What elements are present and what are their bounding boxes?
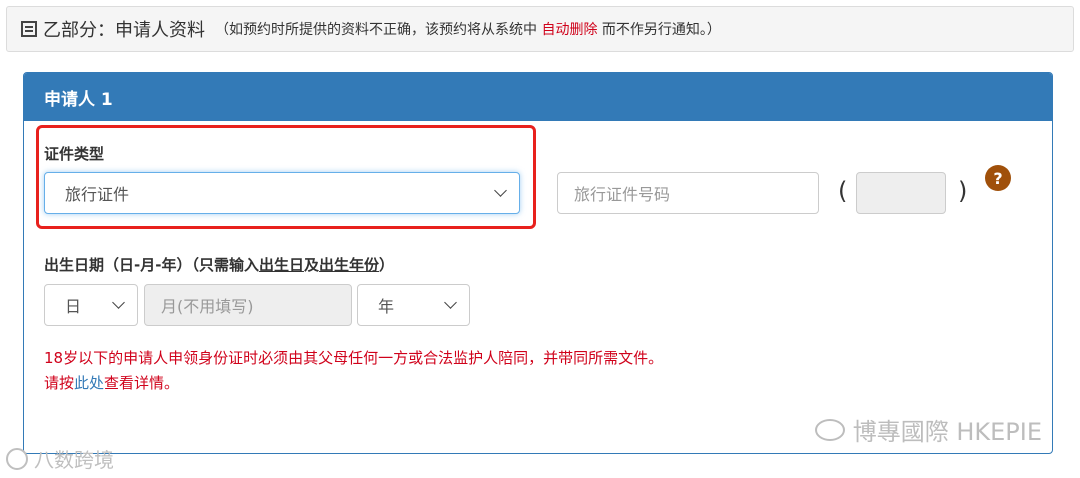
source-text: 八数跨境 <box>34 448 114 472</box>
year-value: 年 <box>378 297 395 316</box>
dob-label-mid: 及 <box>303 256 319 274</box>
section-note-prefix: （如预约时所提供的资料不正确，该预约将从系统中 <box>215 22 537 38</box>
warning-line-1: 18岁以下的申请人申领身份证时必须由其父母任何一方或合法监护人陪同，并带同所需文… <box>44 349 664 367</box>
list-icon <box>21 21 37 37</box>
check-digit-input[interactable] <box>856 172 946 214</box>
dob-label-prefix: 出生日期（日-月-年）（只需输入 <box>44 256 259 274</box>
chevron-down-icon <box>494 184 507 197</box>
details-link[interactable]: 此处 <box>74 374 104 392</box>
doc-number-input[interactable]: 旅行证件号码 <box>557 172 819 214</box>
paren-close: ) <box>958 177 968 205</box>
paren-open: ( <box>838 177 848 205</box>
section-note-suffix: 而不作另行通知。） <box>601 22 721 38</box>
doc-type-select[interactable]: 旅行证件 <box>44 172 520 214</box>
warning-suffix: 查看详情。 <box>104 374 180 392</box>
help-icon[interactable]: ? <box>985 165 1011 191</box>
source-watermark: 八数跨境 <box>6 444 114 473</box>
dob-label-year: 出生年份 <box>318 256 379 274</box>
doc-type-label: 证件类型 <box>44 145 105 163</box>
month-input[interactable]: 月(不用填写) <box>144 284 352 326</box>
section-header: 乙部分：申请人资料 （如预约时所提供的资料不正确，该预约将从系统中 自动删除 而… <box>6 6 1074 52</box>
warning-line-2: 请按此处查看详情。 <box>44 372 179 393</box>
panel-title: 申请人 1 <box>24 73 1052 121</box>
brand-watermark: 博專國際 HKEPIE <box>814 412 1042 447</box>
warning-prefix: 请按 <box>44 374 75 392</box>
dob-label: 出生日期（日-月-年）（只需输入出生日及出生年份） <box>44 254 394 275</box>
doc-type-value: 旅行证件 <box>65 185 130 204</box>
wechat-icon <box>814 418 845 441</box>
section-note: （如预约时所提供的资料不正确，该预约将从系统中 自动删除 而不作另行通知。） <box>215 19 721 39</box>
year-select[interactable]: 年 <box>357 284 470 326</box>
section-note-red: 自动删除 <box>541 22 598 38</box>
source-logo-icon <box>6 447 28 470</box>
dob-label-suffix: ） <box>379 256 395 274</box>
chevron-down-icon <box>444 296 457 309</box>
chevron-down-icon <box>112 296 125 309</box>
dob-label-day: 出生日 <box>258 256 304 274</box>
day-select[interactable]: 日 <box>44 284 138 326</box>
section-title: 乙部分：申请人资料 <box>43 20 205 41</box>
day-value: 日 <box>65 297 82 316</box>
brand-text: 博專國際 HKEPIE <box>852 418 1042 446</box>
applicant-panel: 申请人 1 证件类型 旅行证件 旅行证件号码 ( ) ? 出生日期（日-月-年）… <box>23 72 1053 454</box>
